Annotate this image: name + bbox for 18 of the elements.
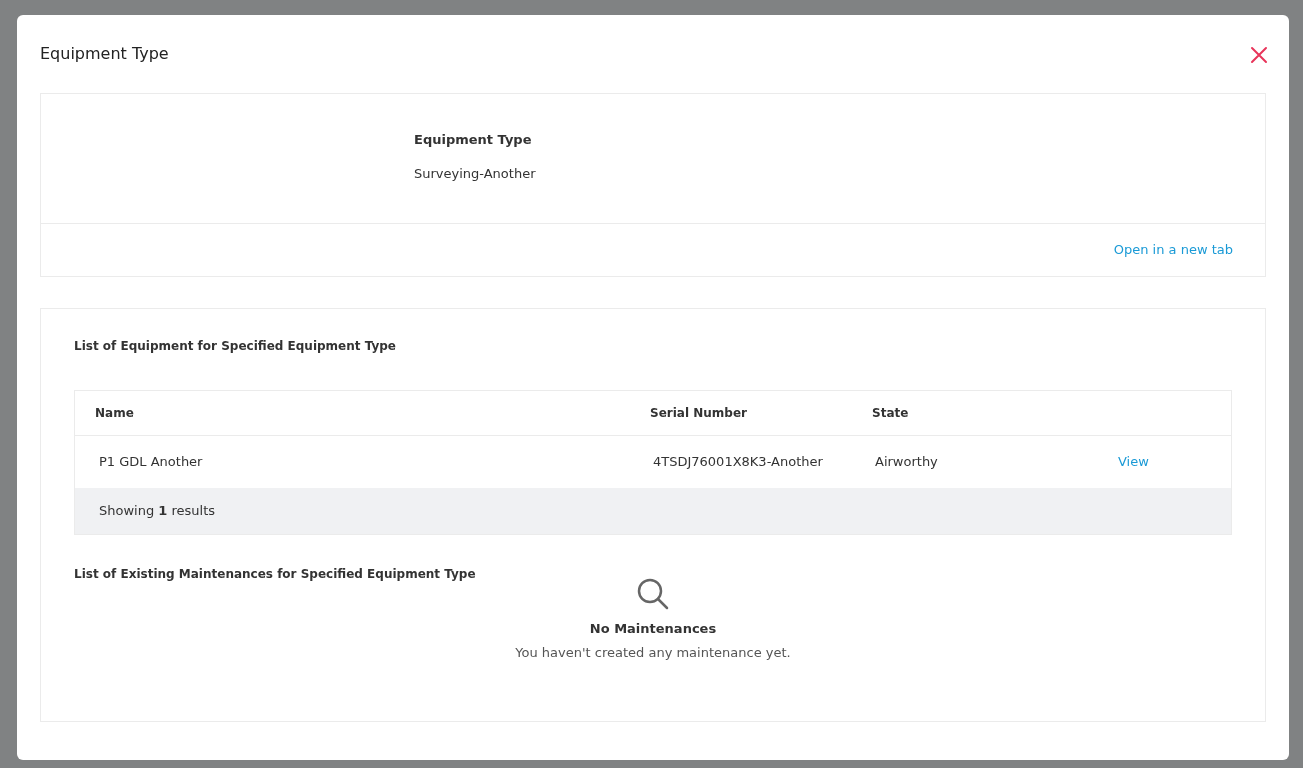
open-new-tab-link[interactable]: Open in a new tab <box>1113 240 1233 260</box>
results-count: Showing 1 results <box>99 502 216 521</box>
empty-state-title: No Maintenances <box>589 620 717 638</box>
search-icon <box>636 577 670 611</box>
section-title: List of Equipment for Specified Equipment Type <box>74 338 397 355</box>
table-cell-text: Airworthy <box>874 453 939 472</box>
field-value: Surveying-Another <box>414 164 537 183</box>
table-cell-text: P1 GDL Another <box>98 453 204 472</box>
field-label: Equipment Type <box>414 131 533 149</box>
close-icon <box>1250 45 1268 64</box>
view-link[interactable]: View <box>1118 454 1149 470</box>
column-header: State <box>872 405 910 422</box>
table-cell-text: 4TSDJ76001X8K3-Another <box>652 453 824 472</box>
modal-title: Equipment Type <box>40 44 169 64</box>
section-title: List of Existing Maintenances for Specified Equipment Type <box>74 566 477 583</box>
column-header: Name <box>94 405 135 422</box>
column-header: Serial Number <box>650 405 748 422</box>
empty-state-text: You haven't created any maintenance yet. <box>515 643 791 662</box>
